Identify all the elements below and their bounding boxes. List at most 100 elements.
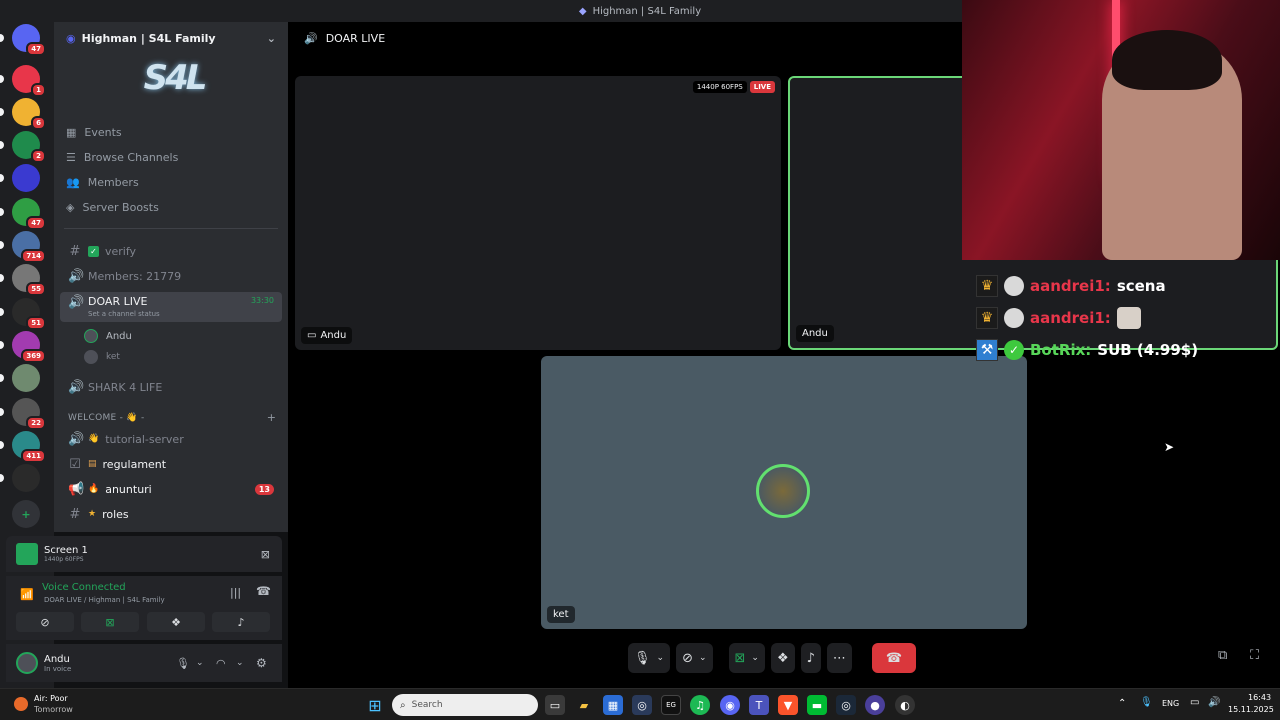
leave-call-button[interactable]: ☎ [871,643,916,673]
server-gray-icon[interactable]: 55 [12,264,46,296]
screen-share-control[interactable]: ⊠ ⌄ [728,643,765,673]
soundboard-button[interactable]: ♪ [212,612,270,632]
search-box[interactable]: ⌕ Search [392,694,538,716]
server-pink-icon[interactable]: 369 [12,331,46,363]
server-green-icon[interactable]: 2 [12,131,46,163]
channel-regulament[interactable]: ☑ ▤ regulament [60,453,282,475]
camera-off-button[interactable]: ⊘ [16,612,74,632]
add-channel-icon[interactable]: + [267,411,276,424]
unread-pill [0,34,4,42]
steam-alt-icon[interactable]: ◎ [836,695,856,715]
epic-games-icon[interactable]: EG [661,695,681,715]
spotify-icon[interactable]: ♫ [690,695,710,715]
terminal-icon[interactable]: ▬ [807,695,827,715]
user-panel[interactable]: Andu In voice 🎙 ⌄ ◠ ⌄ ⚙ [6,644,282,682]
server-boosts-link[interactable]: ◈ Server Boosts [66,197,159,217]
mic-control[interactable]: 🎙 ⌄ [628,643,671,673]
channel-tutorial-server[interactable]: 🔊 👋 tutorial-server [60,428,282,450]
language-indicator[interactable]: ENG [1162,699,1179,708]
microphone-icon[interactable]: 🎙 [176,657,190,670]
channel-verify[interactable]: # ✓ verify [60,240,282,262]
file-explorer-icon[interactable]: ▰ [574,695,594,715]
server-map-icon[interactable] [12,364,40,392]
voice-connection-panel: 📶 Voice Connected DOAR LIVE / Highman | … [6,576,282,640]
more-icon: ⋯ [832,650,846,666]
server-wdg-icon[interactable]: 51 [12,298,46,330]
voice-status[interactable]: Voice Connected [42,582,126,593]
channel-doar-live[interactable]: 🔊 DOAR LIVE Set a channel status 33:30 [60,292,282,322]
weather-title[interactable]: Air: Poor [34,694,68,703]
stop-stream-icon[interactable]: ⊠ [261,548,270,561]
microphone-tray-icon[interactable]: 🎙 [1140,697,1153,708]
channel-members-count[interactable]: 🔊 Members: 21779 [60,265,282,287]
add-server-icon[interactable]: + [12,500,40,528]
clock-date[interactable]: 15.11.2025 [1228,705,1274,714]
user-tile-ket[interactable]: ket [541,356,1027,629]
server-header[interactable]: ◉ Highman | S4L Family ⌄ [54,22,288,54]
unread-pill [0,108,4,116]
app-icon[interactable]: ◐ [895,695,915,715]
fullscreen-icon[interactable]: ⛶ [1250,648,1259,663]
settings-gear-icon[interactable]: ⚙ [256,656,267,670]
volume-icon[interactable]: 🔊 [1208,697,1220,708]
disconnect-icon[interactable]: ☎ [256,584,271,598]
store-icon[interactable]: ▦ [603,695,623,715]
discord-icon[interactable]: ◉ [720,695,740,715]
chevron-down-icon[interactable]: ⌄ [657,653,665,663]
server-grid-icon[interactable]: 411 [12,431,46,463]
voice-channel-link[interactable]: DOAR LIVE / Highman | S4L Family [44,596,165,604]
channel-label: SHARK 4 LIFE [88,380,163,394]
category-welcome[interactable]: WELCOME - 👋 - [68,413,145,423]
activities-control[interactable]: ❖ [770,643,795,673]
obs-icon[interactable]: ● [865,695,885,715]
voice-user-andu[interactable]: Andu [84,327,132,345]
video-off-icon: ⊘ [40,615,50,629]
more-options-button[interactable]: ⋯ [826,643,852,673]
server-se-icon[interactable] [12,464,40,492]
server-r-icon[interactable]: 1 [12,65,46,97]
stream-tile-andu[interactable]: 1440P 60FPS LIVE ▭ Andu [295,76,781,350]
start-button[interactable]: ⊞ [365,695,385,715]
browse-channels-link[interactable]: ☰ Browse Channels [66,147,178,167]
network-icon[interactable]: ▭ [1190,697,1199,708]
server-art-icon[interactable]: 47 [12,198,46,230]
share-screen-button[interactable]: ⊠ [81,612,139,632]
camera-control[interactable]: ⊘ ⌄ [676,643,713,673]
chevron-down-icon[interactable]: ⌄ [751,653,759,663]
crown-icon: ♛ [976,307,998,329]
unread-pill [0,174,4,182]
chevron-down-icon[interactable]: ⌄ [236,658,244,668]
mention-badge: 6 [31,116,46,130]
discord-logo-icon[interactable]: 47 [12,24,46,56]
server-blue-icon[interactable] [12,164,40,192]
members-link[interactable]: 👥 Members [66,172,139,192]
events-link[interactable]: ▦ Events [66,122,122,142]
speaker-icon: 🔊 [68,379,85,395]
chevron-down-icon[interactable]: ⌄ [196,658,204,668]
soundboard-control[interactable]: ♪ [800,643,821,673]
channel-status[interactable]: Set a channel status [88,310,160,318]
noise-suppression-icon[interactable]: ||| [230,586,241,599]
screen-share-panel[interactable]: Screen 1 1440p 60FPS ⊠ [6,536,282,572]
brave-icon[interactable]: ▼ [778,695,798,715]
channel-shark-4-life[interactable]: 🔊 SHARK 4 LIFE [60,376,282,398]
headphones-icon[interactable]: ◠ [216,657,226,670]
chevron-down-icon[interactable]: ⌄ [267,32,276,45]
weather-icon[interactable] [14,697,28,711]
chevron-up-icon[interactable]: ⌃ [1118,698,1126,709]
server-robot-icon[interactable]: 22 [12,398,46,430]
chat-username: aandrei1: [1030,309,1111,327]
teams-icon[interactable]: T [749,695,769,715]
channel-roles[interactable]: # ★ roles [60,503,282,525]
channel-anunturi[interactable]: 📢 🔥 anunturi 13 [60,478,282,500]
chevron-down-icon[interactable]: ⌄ [699,653,707,663]
activities-button[interactable]: ❖ [147,612,205,632]
voice-user-ket[interactable]: ket [84,348,120,366]
server-s4l-icon[interactable]: 714 [12,231,46,263]
popout-icon[interactable]: ⧉ [1218,648,1227,663]
steam-icon[interactable]: ◎ [632,695,652,715]
server-avatar-icon[interactable]: 6 [12,98,46,130]
clock-time[interactable]: 16:43 [1248,693,1271,702]
task-view-icon[interactable]: ▭ [545,695,565,715]
signal-icon: 📶 [20,588,34,601]
